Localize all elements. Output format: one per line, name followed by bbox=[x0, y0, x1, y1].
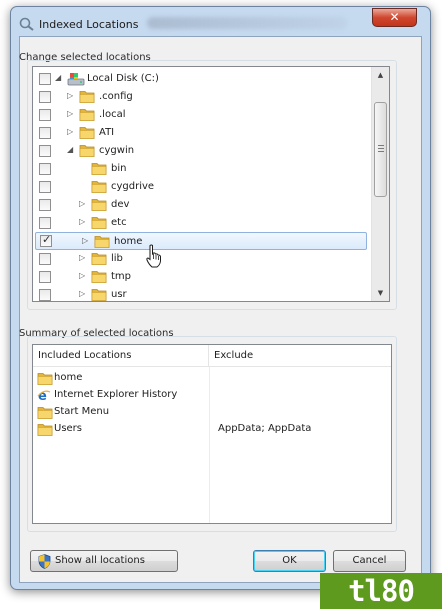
tree-row[interactable]: bin bbox=[33, 160, 371, 178]
tree-checkbox[interactable] bbox=[39, 271, 51, 283]
expand-arrow-icon[interactable]: ▷ bbox=[67, 90, 77, 102]
folder-icon bbox=[79, 125, 95, 140]
expand-arrow-icon[interactable]: ▷ bbox=[82, 235, 92, 247]
tree-row[interactable]: ◢ cygwin bbox=[33, 142, 371, 160]
folder-icon bbox=[91, 197, 107, 212]
folder-icon bbox=[79, 107, 95, 122]
indexing-icon bbox=[19, 17, 34, 31]
tree-item-label: lib bbox=[111, 253, 123, 264]
tree-item-label: home bbox=[114, 236, 143, 247]
tree-item-label: .config bbox=[99, 91, 133, 102]
column-header-exclude[interactable]: Exclude bbox=[209, 345, 391, 367]
tree-checkbox[interactable] bbox=[39, 181, 51, 193]
folder-icon bbox=[37, 422, 53, 436]
tree-checkbox[interactable] bbox=[39, 91, 51, 103]
site-watermark-logo: tl80 bbox=[320, 573, 442, 609]
included-location-name: home bbox=[54, 372, 83, 383]
blurred-background-text bbox=[147, 17, 347, 29]
ie-icon: e bbox=[37, 388, 51, 404]
close-button[interactable]: ✕ bbox=[372, 8, 417, 27]
tree-checkbox[interactable] bbox=[39, 289, 51, 301]
cancel-button[interactable]: Cancel bbox=[333, 550, 406, 572]
ok-button[interactable]: OK bbox=[253, 550, 326, 572]
tree-checkbox[interactable] bbox=[39, 73, 51, 85]
tree-row[interactable]: cygdrive bbox=[33, 178, 371, 196]
tree-row[interactable]: ▷ etc bbox=[33, 214, 371, 232]
hand-cursor-icon bbox=[146, 244, 161, 268]
summary-row[interactable]: e Internet Explorer History bbox=[33, 387, 391, 404]
tree-row[interactable]: ▷ tmp bbox=[33, 268, 371, 286]
folder-icon bbox=[91, 179, 107, 194]
window-title: Indexed Locations bbox=[39, 18, 139, 31]
folder-icon bbox=[79, 143, 95, 158]
tree-item-label: bin bbox=[111, 163, 127, 174]
checkmark-icon: ✓ bbox=[42, 233, 52, 246]
tree-checkbox[interactable] bbox=[39, 145, 51, 157]
folder-icon bbox=[91, 251, 107, 266]
folder-icon bbox=[91, 215, 107, 230]
folder-icon bbox=[37, 371, 53, 385]
summary-row[interactable]: home bbox=[33, 370, 391, 387]
drive-icon bbox=[67, 71, 85, 86]
expand-arrow-icon[interactable]: ▷ bbox=[79, 288, 89, 300]
scroll-down-arrow-icon[interactable]: ▼ bbox=[372, 285, 389, 301]
tree-item-label: etc bbox=[111, 217, 127, 228]
tree-checkbox[interactable] bbox=[39, 217, 51, 229]
tree-row[interactable]: ◢ Local Disk (C:) bbox=[33, 70, 371, 88]
tree-checkbox[interactable] bbox=[39, 199, 51, 211]
tree-row[interactable]: ▷ .config bbox=[33, 88, 371, 106]
folder-icon bbox=[91, 269, 107, 284]
tree-item-label: cygwin bbox=[99, 145, 135, 156]
summary-row[interactable]: Start Menu bbox=[33, 404, 391, 421]
show-all-locations-button[interactable]: Show all locations bbox=[30, 550, 178, 572]
tree-item-label: cygdrive bbox=[111, 181, 155, 192]
collapse-arrow-icon[interactable]: ◢ bbox=[55, 72, 65, 84]
expand-arrow-icon[interactable]: ▷ bbox=[79, 252, 89, 264]
expand-arrow-icon[interactable]: ▷ bbox=[67, 108, 77, 120]
title-bar[interactable]: Indexed Locations ✕ bbox=[11, 7, 430, 37]
column-header-included[interactable]: Included Locations bbox=[33, 345, 209, 367]
uac-shield-icon bbox=[38, 554, 51, 569]
show-all-locations-label: Show all locations bbox=[55, 555, 145, 566]
collapse-arrow-icon[interactable]: ◢ bbox=[67, 144, 77, 156]
tree-row[interactable]: ✓ ▷ home bbox=[35, 232, 367, 250]
included-location-name: Start Menu bbox=[54, 406, 110, 417]
summary-list[interactable]: Included Locations Exclude home e Internet… bbox=[32, 344, 392, 524]
folder-icon bbox=[37, 405, 53, 419]
scroll-thumb[interactable] bbox=[374, 102, 387, 197]
locations-tree[interactable]: ◢ Local Disk (C:) ▷ .config ▷ .local ▷ ATI ◢ cygw… bbox=[32, 66, 390, 302]
tree-row[interactable]: ▷ .local bbox=[33, 106, 371, 124]
folder-icon bbox=[79, 89, 95, 104]
expand-arrow-icon[interactable]: ▷ bbox=[67, 126, 77, 138]
exclude-value: AppData; AppData bbox=[218, 423, 312, 434]
tree-checkbox[interactable] bbox=[39, 163, 51, 175]
expand-arrow-icon[interactable]: ▷ bbox=[79, 216, 89, 228]
tree-row[interactable]: ▷ ATI bbox=[33, 124, 371, 142]
expand-arrow-icon[interactable]: ▷ bbox=[79, 198, 89, 210]
tree-checkbox[interactable] bbox=[39, 109, 51, 121]
scroll-up-arrow-icon[interactable]: ▲ bbox=[372, 67, 389, 83]
tree-item-label: Local Disk (C:) bbox=[87, 73, 159, 84]
tree-item-label: .local bbox=[99, 109, 126, 120]
folder-icon bbox=[94, 234, 110, 249]
tree-checkbox[interactable]: ✓ bbox=[40, 233, 52, 247]
tree-item-label: dev bbox=[111, 199, 130, 210]
tree-checkbox[interactable] bbox=[39, 127, 51, 139]
tree-vertical-scrollbar[interactable]: ▲ ▼ bbox=[371, 67, 389, 301]
folder-icon bbox=[91, 287, 107, 301]
tree-item-label: ATI bbox=[99, 127, 115, 138]
summary-row[interactable]: Users AppData; AppData bbox=[33, 421, 391, 438]
tree-row[interactable]: ▷ lib bbox=[33, 250, 371, 268]
tree-item-label: usr bbox=[111, 289, 127, 300]
included-location-name: Users bbox=[54, 423, 83, 434]
included-location-name: Internet Explorer History bbox=[54, 389, 178, 400]
tree-row[interactable]: ▷ usr bbox=[33, 286, 371, 301]
expand-arrow-icon[interactable]: ▷ bbox=[79, 270, 89, 282]
tree-row[interactable]: ▷ dev bbox=[33, 196, 371, 214]
folder-icon bbox=[91, 161, 107, 176]
tree-checkbox[interactable] bbox=[39, 253, 51, 265]
tree-item-label: tmp bbox=[111, 271, 132, 282]
